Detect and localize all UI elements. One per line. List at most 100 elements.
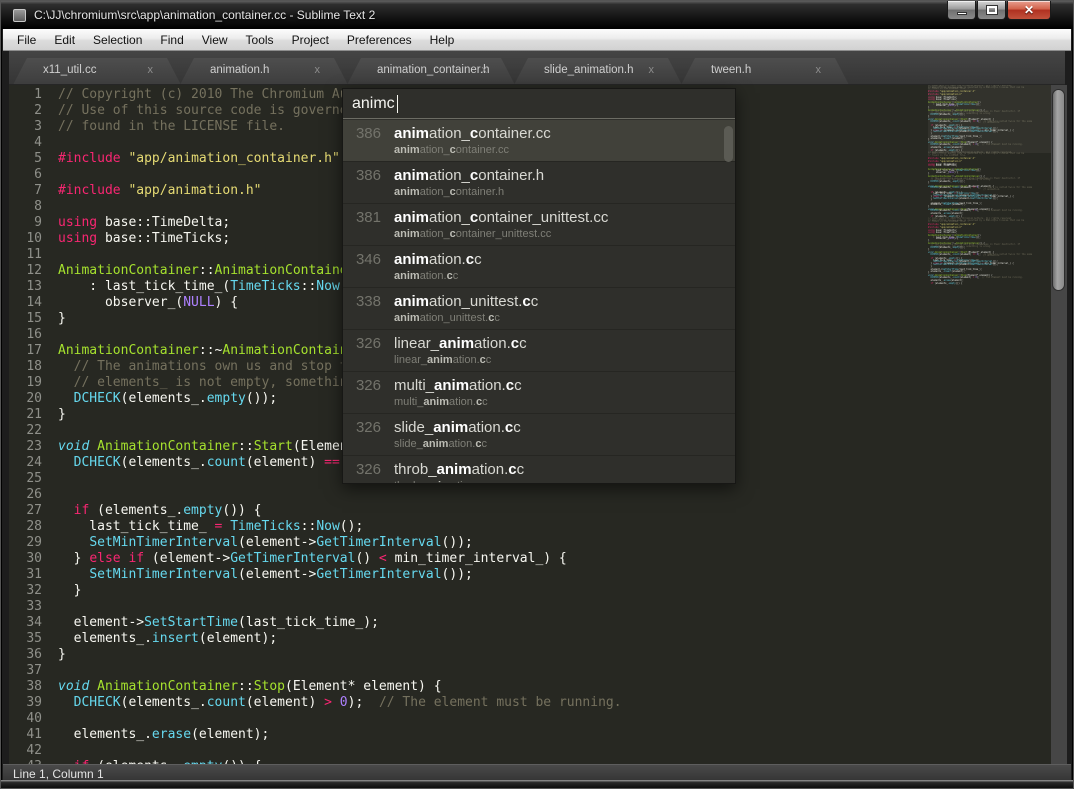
code-line-text: SetMinTimerInterval(element->GetTimerInt… (55, 567, 473, 583)
tab-label: animation.h (210, 64, 269, 76)
line-number: 24 (9, 455, 55, 471)
goto-result-text: animation_container_unittest.ccanimation… (394, 208, 608, 245)
tab-slide_animation-h[interactable]: slide_animation.h x (514, 58, 682, 85)
line-number: 7 (9, 183, 55, 199)
line-number: 8 (9, 199, 55, 215)
goto-result-item[interactable]: 326slide_animation.ccslide_animation.cc (343, 414, 735, 456)
goto-result-filename: animation_container.h (394, 166, 544, 185)
line-number: 14 (9, 295, 55, 311)
minimap[interactable]: // Copyright (c) 2010 The Chromium Autho… (928, 85, 1051, 764)
menu-item-edit[interactable]: Edit (45, 30, 84, 50)
goto-result-score: 386 (343, 166, 381, 203)
code-line-text: #include "app/animation.h" (55, 183, 262, 199)
line-number: 31 (9, 567, 55, 583)
code-line-text (55, 599, 58, 615)
goto-result-score: 381 (343, 208, 381, 245)
line-number: 33 (9, 599, 55, 615)
code-line-text: observer_(NULL) { (55, 295, 238, 311)
cursor-position-status: Line 1, Column 1 (13, 767, 104, 781)
code-line-text: } (55, 407, 66, 423)
goto-result-item[interactable]: 381 animation_container_unittest.ccanimat… (343, 204, 735, 246)
menu-item-find[interactable]: Find (151, 30, 192, 50)
tab-close-icon[interactable]: x (816, 64, 822, 76)
line-number: 25 (9, 471, 55, 487)
code-line-text (55, 663, 58, 679)
goto-result-item[interactable]: 338animation_unittest.ccanimation_unitte… (343, 288, 735, 330)
goto-result-filename: multi_animation.cc (394, 376, 522, 395)
menu-item-view[interactable]: View (193, 30, 237, 50)
tab-close-icon[interactable]: x (649, 64, 655, 76)
tab-label: animation_container.h (377, 64, 490, 76)
goto-result-path: animation_unittest.cc (394, 311, 538, 326)
line-number: 27 (9, 503, 55, 519)
line-number: 21 (9, 407, 55, 423)
menu-item-preferences[interactable]: Preferences (338, 30, 421, 50)
tab-tween-h[interactable]: tween.hx (681, 58, 849, 85)
goto-result-text: throb_animation.ccthrob_animation.cc (394, 460, 524, 483)
line-number: 9 (9, 215, 55, 231)
code-line: 38void AnimationContainer::Stop(Element*… (9, 679, 929, 695)
code-line: 41 elements_.erase(element); (9, 727, 929, 743)
close-button[interactable]: ✕ (1007, 1, 1051, 20)
goto-result-path: multi_animation.cc (394, 395, 522, 410)
goto-result-item[interactable]: 326throb_animation.ccthrob_animation.cc (343, 456, 735, 483)
title-bar[interactable]: C:\JJ\chromium\src\app\animation_contain… (1, 1, 1073, 29)
code-line-text: void AnimationContainer::Stop(Element* e… (55, 679, 442, 695)
goto-result-filename: throb_animation.cc (394, 460, 524, 479)
line-number: 11 (9, 247, 55, 263)
tab-x11_util-cc[interactable]: x11_util.ccx (13, 58, 181, 85)
editor-scrollbar-thumb[interactable] (1052, 89, 1065, 291)
line-number: 34 (9, 615, 55, 631)
line-number: 35 (9, 631, 55, 647)
goto-result-text: animation_container.ccanimation_containe… (394, 124, 551, 161)
code-line-text (55, 327, 58, 343)
line-number: 41 (9, 727, 55, 743)
goto-result-item[interactable]: 386animation_container.ccanimation_conta… (343, 120, 735, 162)
tab-animation_container-h[interactable]: animation_container.hx (347, 58, 515, 85)
code-line-text: using base::TimeTicks; (55, 231, 230, 247)
close-icon: ✕ (1024, 3, 1034, 17)
maximize-button[interactable] (977, 1, 1006, 20)
goto-scrollbar-thumb[interactable] (724, 126, 733, 162)
code-line-text (55, 487, 58, 503)
menu-item-selection[interactable]: Selection (84, 30, 151, 50)
editor-scrollbar[interactable] (1051, 85, 1067, 764)
goto-result-item[interactable]: 326 multi_animation.ccmulti_animation.cc (343, 372, 735, 414)
code-line-text: DCHECK(elements_.empty()); (55, 391, 277, 407)
goto-result-item[interactable]: 386 animation_container.hanimation_contai… (343, 162, 735, 204)
code-line-text: element->SetStartTime(last_tick_time_); (55, 615, 379, 631)
tab-close-icon[interactable]: x (482, 64, 488, 76)
line-number: 19 (9, 375, 55, 391)
code-line: 37 (9, 663, 929, 679)
tab-close-icon[interactable]: x (315, 64, 321, 76)
goto-result-score: 346 (343, 250, 381, 287)
menu-item-help[interactable]: Help (421, 30, 464, 50)
tab-animation-h[interactable]: animation.h x (180, 58, 348, 85)
goto-query-text: animc (352, 95, 395, 113)
goto-search-input[interactable]: animc (343, 89, 735, 119)
code-line-text: elements_.insert(element); (55, 631, 277, 647)
code-line-text: AnimationContainer::AnimationContainer() (55, 263, 371, 279)
goto-result-filename: animation.cc (394, 250, 482, 269)
tab-close-icon[interactable]: x (148, 64, 154, 76)
minimize-button[interactable] (947, 1, 976, 20)
code-line: 28 last_tick_time_ = TimeTicks::Now(); (9, 519, 929, 535)
line-number: 40 (9, 711, 55, 727)
goto-result-item[interactable]: 346 animation.ccanimation.cc (343, 246, 735, 288)
goto-result-score: 326 (343, 418, 381, 455)
goto-result-text: animation_container.hanimation_container… (394, 166, 544, 203)
menu-item-tools[interactable]: Tools (237, 30, 283, 50)
line-number: 37 (9, 663, 55, 679)
tab-label: slide_animation.h (544, 64, 634, 76)
goto-result-text: animation.ccanimation.cc (394, 250, 482, 287)
menu-item-file[interactable]: File (8, 30, 45, 50)
goto-result-filename: animation_container.cc (394, 124, 551, 143)
line-number: 38 (9, 679, 55, 695)
code-line: 26 (9, 487, 929, 503)
goto-result-score: 326 (343, 376, 381, 413)
code-line-text: } else if (element->GetTimerInterval() <… (55, 551, 567, 567)
goto-result-item[interactable]: 326linear_animation.cclinear_animation.c… (343, 330, 735, 372)
goto-result-path: animation_container_unittest.cc (394, 227, 608, 242)
goto-result-score: 326 (343, 334, 381, 371)
menu-item-project[interactable]: Project (283, 30, 338, 50)
